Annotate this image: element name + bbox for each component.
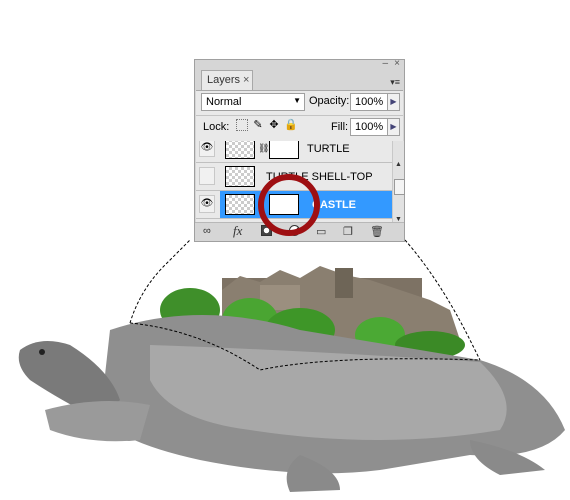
lock-move-icon[interactable]: ✥ <box>268 119 280 131</box>
tab-label: Layers <box>207 74 241 86</box>
tab-close-icon[interactable]: × <box>243 74 249 86</box>
fx-icon[interactable]: fx <box>233 223 242 239</box>
fill-slider-button[interactable]: ▶ <box>387 118 400 136</box>
lock-transparency-icon[interactable] <box>236 119 248 131</box>
chevron-down-icon: ▼ <box>293 96 301 105</box>
visibility-eye-icon[interactable]: 👁 <box>199 141 215 157</box>
tab-layers[interactable]: Layers × <box>201 70 253 90</box>
lock-all-icon[interactable]: 🔒 <box>284 119 298 131</box>
blend-mode-select[interactable]: Normal ▼ <box>201 93 305 111</box>
fill-label: Fill: <box>331 121 349 133</box>
opacity-label: Opacity: <box>309 95 350 107</box>
group-folder-icon[interactable]: ▭ <box>316 225 326 238</box>
layer-thumbnail <box>225 194 255 215</box>
minimize-button[interactable]: – <box>382 58 388 69</box>
highlight-circle-annotation <box>258 174 320 236</box>
trash-icon[interactable]: 🗑 <box>370 225 384 238</box>
lock-label: Lock: <box>203 121 230 133</box>
link-icon[interactable]: ∞ <box>203 225 211 237</box>
layer-thumbnail <box>225 141 255 159</box>
turtle-image <box>18 315 565 492</box>
lock-brush-icon[interactable]: ✎ <box>252 119 264 131</box>
mask-link-icon[interactable]: ⛓ <box>258 143 269 154</box>
layer-mask-thumbnail[interactable] <box>269 141 299 159</box>
layer-name: TURTLE <box>307 143 350 155</box>
visibility-eye-icon[interactable]: 👁 <box>199 195 215 213</box>
panel-title-bar[interactable]: – × <box>195 58 404 70</box>
new-layer-icon[interactable]: ❐ <box>343 225 353 238</box>
layer-row-turtle[interactable]: 👁 ⛓ TURTLE <box>196 141 392 163</box>
opacity-slider-button[interactable]: ▶ <box>387 93 400 111</box>
close-button[interactable]: × <box>394 58 400 69</box>
panel-menu-icon[interactable]: ▾≡ <box>390 77 400 88</box>
scroll-up-icon[interactable]: ▲ <box>395 161 402 168</box>
scrollbar-thumb[interactable] <box>394 179 405 195</box>
layer-thumbnail <box>225 166 255 187</box>
divider <box>196 115 403 116</box>
blend-mode-value: Normal <box>206 96 242 108</box>
layers-scrollbar[interactable]: ▲ ▼ <box>392 141 405 228</box>
visibility-toggle-empty[interactable] <box>199 167 215 185</box>
